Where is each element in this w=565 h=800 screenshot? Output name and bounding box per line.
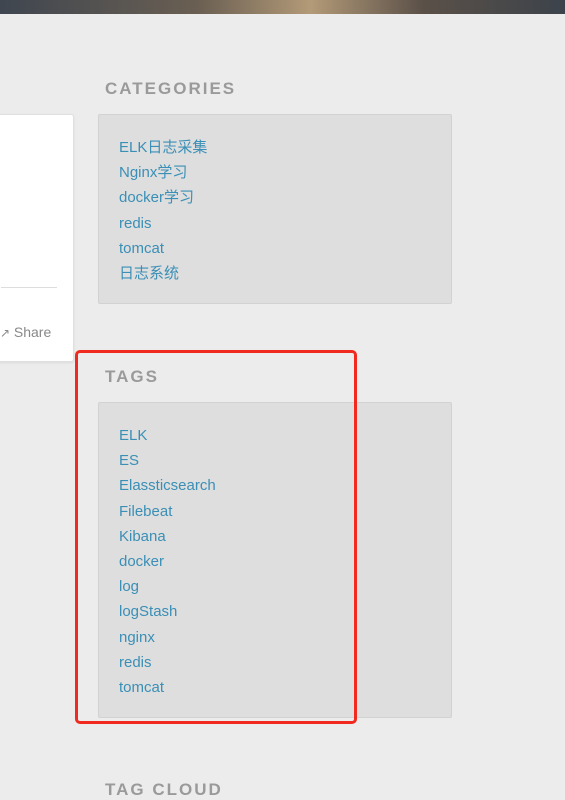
list-item: docker学习: [119, 185, 451, 210]
category-link-redis[interactable]: redis: [119, 215, 152, 232]
share-arrow-icon: ↗: [0, 326, 11, 340]
list-item: Nginx学习: [119, 160, 451, 185]
post-card-divider: [1, 287, 57, 288]
highlight-annotation-box: [75, 350, 357, 724]
share-button[interactable]: ↗ Share: [0, 324, 51, 341]
header-banner-image: [0, 0, 565, 14]
list-item: tomcat: [119, 236, 451, 261]
share-label: Share: [13, 324, 52, 340]
category-link-docker[interactable]: docker学习: [119, 189, 194, 206]
category-link-nginx[interactable]: Nginx学习: [119, 164, 187, 181]
categories-widget-title: CATEGORIES: [105, 79, 237, 98]
list-item: ELK日志采集: [119, 135, 451, 160]
category-link-elk[interactable]: ELK日志采集: [119, 139, 207, 156]
category-link-tomcat[interactable]: tomcat: [119, 240, 164, 257]
categories-list: ELK日志采集 Nginx学习 docker学习 redis tomcat 日志…: [99, 135, 451, 286]
tag-cloud-widget-title: TAG CLOUD: [105, 780, 223, 799]
list-item: redis: [119, 211, 451, 236]
categories-widget: ELK日志采集 Nginx学习 docker学习 redis tomcat 日志…: [98, 114, 452, 304]
list-item: 日志系统: [119, 261, 451, 286]
category-link-log-system[interactable]: 日志系统: [119, 265, 179, 282]
